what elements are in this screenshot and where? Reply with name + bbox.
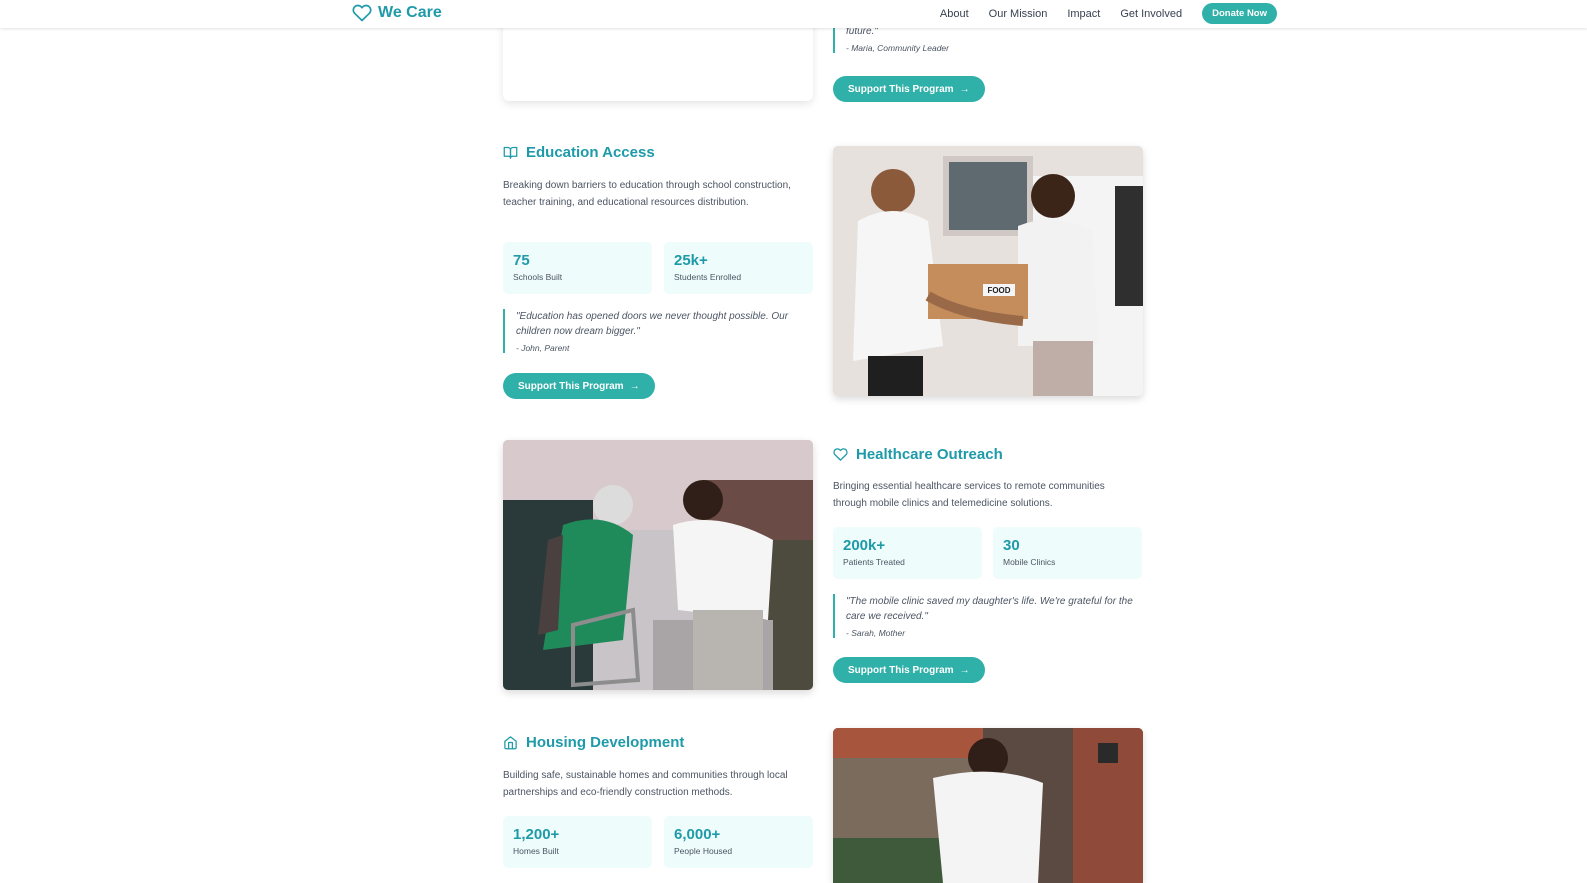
housing-program-photo xyxy=(833,728,1143,883)
nav-link-about[interactable]: About xyxy=(940,8,969,20)
nav-link-impact[interactable]: Impact xyxy=(1067,8,1100,20)
nav-link-get-involved[interactable]: Get Involved xyxy=(1120,8,1182,20)
arrow-right-icon: → xyxy=(629,380,640,392)
program-title: Housing Development xyxy=(526,734,685,751)
stat-value: 75 xyxy=(513,252,530,269)
program-title-healthcare: Healthcare Outreach xyxy=(833,446,1003,463)
healthcare-program-photo xyxy=(503,440,813,690)
stat-card: 30 Mobile Clinics xyxy=(993,527,1142,579)
program-title-housing: Housing Development xyxy=(503,734,684,751)
brand-name: We Care xyxy=(378,4,442,21)
testimonial-quote: "Education has opened doors we never tho… xyxy=(503,309,810,353)
book-icon xyxy=(503,146,518,159)
heart-icon xyxy=(833,448,848,461)
stat-card: 1,200+ Homes Built xyxy=(503,816,652,868)
quote-author: - John, Parent xyxy=(516,343,570,353)
program-description: Building safe, sustainable homes and com… xyxy=(503,770,788,798)
stat-value: 30 xyxy=(1003,537,1020,554)
stat-value: 25k+ xyxy=(674,252,708,269)
brand-logo[interactable]: We Care xyxy=(352,3,442,23)
quote-text: "Education has opened doors we never tho… xyxy=(516,311,789,337)
stat-value: 6,000+ xyxy=(674,826,721,843)
stat-card: 25k+ Students Enrolled xyxy=(664,242,813,294)
box-label: FOOD xyxy=(987,286,1010,295)
heart-icon xyxy=(352,4,372,22)
button-label: Support This Program xyxy=(848,664,954,676)
stat-label: Homes Built xyxy=(513,846,559,856)
education-program-photo: FOOD xyxy=(833,146,1143,396)
stat-label: People Housed xyxy=(674,846,733,856)
top-nav: We Care About Our Mission Impact Get Inv… xyxy=(0,0,1587,28)
support-program-button[interactable]: Support This Program → xyxy=(833,657,985,683)
stat-card: 200k+ Patients Treated xyxy=(833,527,982,579)
nav-links: About Our Mission Impact Get Involved Do… xyxy=(940,3,1277,24)
stat-card: 75 Schools Built xyxy=(503,242,652,294)
support-program-button[interactable]: Support This Program → xyxy=(833,76,985,102)
nav-link-our-mission[interactable]: Our Mission xyxy=(989,8,1048,20)
program-title-education: Education Access xyxy=(503,144,655,161)
stat-label: Mobile Clinics xyxy=(1003,557,1056,567)
arrow-right-icon: → xyxy=(959,664,970,676)
button-label: Support This Program xyxy=(848,83,954,95)
stat-value: 200k+ xyxy=(843,537,886,554)
program-description: Breaking down barriers to education thro… xyxy=(503,180,791,208)
quote-text: "The mobile clinic saved my daughter's l… xyxy=(846,596,1133,622)
stat-card: 6,000+ People Housed xyxy=(664,816,813,868)
arrow-right-icon: → xyxy=(959,83,970,95)
program-title: Education Access xyxy=(526,144,655,161)
support-program-button[interactable]: Support This Program → xyxy=(503,373,655,399)
program-title: Healthcare Outreach xyxy=(856,446,1003,463)
donate-button[interactable]: Donate Now xyxy=(1202,3,1277,24)
stat-label: Schools Built xyxy=(513,272,563,282)
testimonial-quote: future." - Maria, Community Leader xyxy=(833,24,1133,53)
stat-label: Students Enrolled xyxy=(674,272,742,282)
quote-author: - Maria, Community Leader xyxy=(846,43,949,53)
quote-author: - Sarah, Mother xyxy=(846,628,906,638)
stat-label: Patients Treated xyxy=(843,557,905,567)
button-label: Support This Program xyxy=(518,380,624,392)
home-icon xyxy=(504,736,517,750)
stat-value: 1,200+ xyxy=(513,826,560,843)
program-description: Bringing essential healthcare services t… xyxy=(833,481,1105,509)
testimonial-quote: "The mobile clinic saved my daughter's l… xyxy=(833,594,1143,638)
